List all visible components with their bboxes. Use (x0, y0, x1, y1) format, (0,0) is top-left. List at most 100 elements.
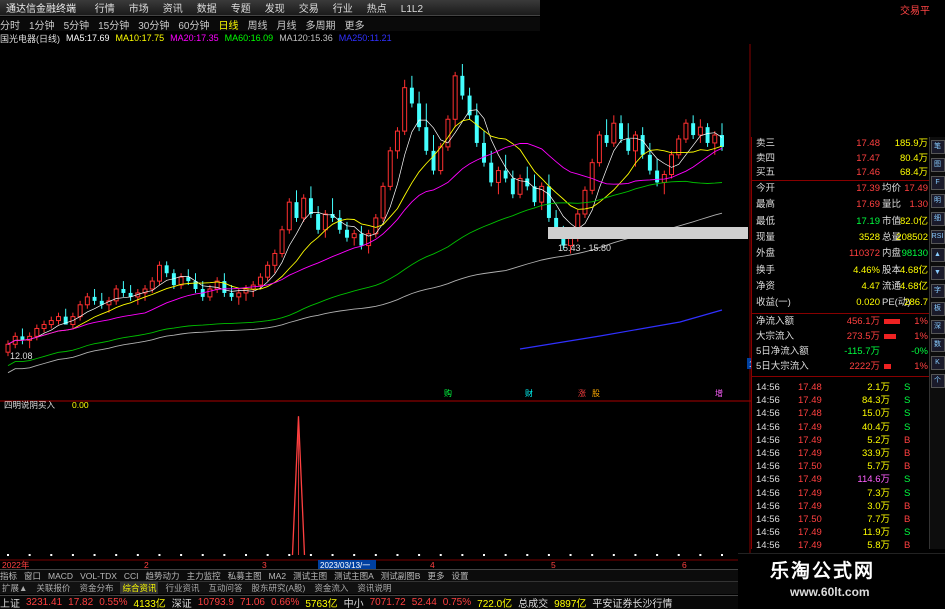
signal-dot (612, 554, 615, 556)
indicator-tab[interactable]: 主力监控 (187, 570, 221, 581)
trade-menu-link[interactable]: 交易平 (900, 2, 930, 17)
indicator-tab[interactable]: 指标 (0, 570, 17, 581)
indicator-tab[interactable]: CCI (124, 571, 139, 581)
indicator-tab[interactable]: 测试主图A (334, 570, 374, 581)
event-flag[interactable]: 股 (592, 389, 600, 398)
tick-volume: 33.9万 (862, 448, 890, 459)
ma-label: MA250: (338, 33, 370, 43)
menu-item-2[interactable]: 资讯 (163, 4, 183, 15)
info-tab[interactable]: 综合资讯 (120, 582, 159, 594)
quote-value: 17.19 (856, 215, 880, 227)
menu-item-8[interactable]: 热点 (367, 4, 387, 15)
toolbar-icon[interactable]: 图 (930, 158, 945, 172)
candle (286, 198, 292, 234)
info-tab[interactable]: 扩展▲ (0, 582, 29, 594)
menu-item-5[interactable]: 发现 (265, 4, 285, 15)
toolbar-icon[interactable]: K (930, 356, 945, 370)
info-tab[interactable]: 互动问答 (206, 582, 244, 594)
kline-chart[interactable]: 15.43 - 15.8012.0818.0017.5017.0016.5016… (0, 44, 751, 569)
quote-value2: 4.68亿 (900, 280, 928, 292)
quote-value2: 1% (914, 316, 928, 327)
tick-row: 14:56 17.49 11.9万 S (756, 526, 928, 539)
tick-time: 14:56 (756, 514, 780, 525)
period-4[interactable]: 30分钟 (138, 17, 169, 32)
quote-value: 4.47 (861, 280, 881, 292)
indicator-tab[interactable]: 测试副图B (381, 570, 421, 581)
period-9[interactable]: 多周期 (306, 17, 336, 32)
info-tab[interactable]: 资金分布 (77, 582, 115, 594)
event-flag[interactable]: 增 (715, 388, 723, 398)
menu-item-3[interactable]: 数据 (197, 4, 217, 15)
period-3[interactable]: 15分钟 (98, 17, 129, 32)
signal-dot (223, 554, 226, 556)
period-7[interactable]: 周线 (248, 17, 268, 32)
tick-side: S (904, 474, 911, 486)
toolbar-icon[interactable]: ▲ (930, 248, 945, 262)
toolbar-icon[interactable]: 个 (930, 374, 945, 388)
quote-row: 5日大宗流入 2222万 1% (756, 360, 928, 373)
signal-dot (656, 554, 659, 556)
indicator-tab[interactable]: VOL-TDX (80, 571, 117, 581)
menu-item-0[interactable]: 行情 (95, 4, 115, 15)
tick-volume: 40.4万 (862, 421, 890, 433)
toolbar-icon[interactable]: 数 (930, 338, 945, 352)
candle (417, 91, 422, 132)
candle (503, 154, 508, 183)
status-item: 深证 (171, 599, 192, 609)
indicator-tab[interactable]: 设置 (451, 570, 468, 581)
menu-item-4[interactable]: 专题 (231, 4, 251, 15)
indicator-tab[interactable]: 测试主图 (293, 570, 327, 581)
event-flag[interactable]: 购 (444, 388, 452, 398)
indicator-tab[interactable]: 趋势动力 (146, 570, 180, 581)
signal-dot (591, 554, 594, 556)
toolbar-icon[interactable]: 深 (930, 320, 945, 334)
menu-item-9[interactable]: L1L2 (401, 4, 423, 15)
signal-dot (721, 554, 723, 556)
toolbar-icon[interactable]: 板 (930, 302, 945, 316)
period-6[interactable]: 日线 (219, 17, 239, 32)
info-tab[interactable]: 股东研究(A股) (250, 582, 308, 594)
indicator-tab[interactable]: MACD (48, 571, 73, 581)
period-1[interactable]: 1分钟 (29, 17, 55, 32)
tick-side: B (904, 540, 911, 552)
candle (330, 198, 335, 222)
quote-label: 现量 (756, 231, 776, 243)
info-tab[interactable]: 行业资讯 (163, 582, 201, 594)
quote-label: 净流入额 (756, 316, 795, 327)
menu-item-7[interactable]: 行业 (333, 4, 353, 15)
indicator-tab[interactable]: 更多 (427, 570, 444, 581)
toolbar-icon[interactable]: F (930, 176, 945, 190)
toolbar-icon[interactable]: 细 (930, 212, 945, 226)
period-8[interactable]: 月线 (277, 17, 297, 32)
toolbar-icon[interactable]: RSI (930, 230, 945, 244)
period-2[interactable]: 5分钟 (64, 17, 90, 32)
candle (705, 123, 710, 147)
period-bar: 分时 1分钟 5分钟 15分钟 30分钟 60分钟 日线 周线 月线 多周期 更多 (0, 17, 540, 31)
toolbar-icon[interactable]: 明 (930, 194, 945, 208)
toolbar-icon[interactable]: 笔 (930, 140, 945, 154)
menu-item-1[interactable]: 市场 (129, 4, 149, 15)
indicator-tab[interactable]: 私募主图 (228, 570, 262, 581)
event-flag[interactable]: 涨 (578, 388, 586, 398)
candle (308, 186, 313, 218)
event-flag[interactable]: 财 (525, 388, 533, 398)
tick-side: B (904, 448, 911, 459)
right-toolbar: 笔图 F 明细 RSI ▲ ▼ 字板深数 K 个 (929, 137, 945, 549)
period-0[interactable]: 分时 (0, 17, 20, 32)
info-tab[interactable]: 资讯说明 (355, 582, 393, 594)
trading-terminal-window: 通达信金融终端 行情 市场 资讯 数据 专题 发现 交易 行业 热点 L1L2 交易平 分时 1分钟… (0, 0, 945, 609)
period-10[interactable]: 更多 (345, 17, 365, 32)
indicator-tab[interactable]: MA2 (269, 571, 286, 581)
info-tab[interactable]: 关联报价 (34, 582, 72, 594)
signal-dot (158, 554, 161, 556)
signal-dot (439, 554, 442, 556)
indicator-tab[interactable]: 窗口 (24, 570, 41, 581)
toolbar-icon[interactable]: 字 (930, 284, 945, 298)
info-tab[interactable]: 资金流入 (312, 582, 350, 594)
candle (316, 206, 321, 234)
menu-item-6[interactable]: 交易 (299, 4, 319, 15)
signal-dot (331, 554, 334, 556)
period-5[interactable]: 60分钟 (178, 17, 209, 32)
toolbar-icon[interactable]: ▼ (930, 266, 945, 280)
status-item: 722.0亿 (477, 599, 513, 609)
